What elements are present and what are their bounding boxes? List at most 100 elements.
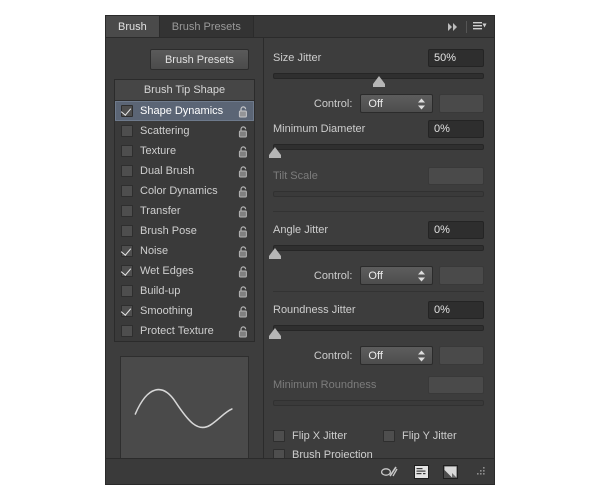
select-value: Off xyxy=(368,269,383,282)
option-label: Brush Pose xyxy=(140,225,197,237)
checkbox-noise[interactable] xyxy=(121,245,133,257)
new-brush-preset-from-settings-icon[interactable] xyxy=(414,464,429,479)
minimum-diameter-slider[interactable] xyxy=(269,143,484,158)
option-row-build-up[interactable]: Build-up xyxy=(115,281,254,301)
checkbox-shape-dynamics[interactable] xyxy=(121,105,133,117)
checkbox-scattering[interactable] xyxy=(121,125,133,137)
checkbox-wet-edges[interactable] xyxy=(121,265,133,277)
tab-brush-presets-label: Brush Presets xyxy=(171,20,241,33)
unlocked-padlock-icon[interactable] xyxy=(238,205,249,218)
tab-bar-filler xyxy=(253,16,440,37)
size-jitter-slider[interactable] xyxy=(273,72,484,87)
minimum-diameter-value[interactable]: 0% xyxy=(428,120,484,138)
option-row-shape-dynamics[interactable]: Shape Dynamics xyxy=(115,101,254,121)
toggle-live-tip-brush-preview-icon[interactable] xyxy=(380,465,400,479)
create-new-brush-icon[interactable] xyxy=(443,464,458,479)
angle-jitter-value[interactable]: 0% xyxy=(428,221,484,239)
checkbox-transfer[interactable] xyxy=(121,205,133,217)
slider-knob[interactable] xyxy=(372,76,385,87)
checkbox-dual-brush[interactable] xyxy=(121,165,133,177)
roundness-jitter-value[interactable]: 0% xyxy=(428,301,484,319)
option-row-wet-edges[interactable]: Wet Edges xyxy=(115,261,254,281)
checkbox-flip-x-jitter[interactable]: Flip X Jitter xyxy=(273,430,383,442)
unlocked-padlock-icon[interactable] xyxy=(238,125,249,138)
angle-jitter-control-select[interactable]: Off xyxy=(360,266,434,285)
tab-brush-presets[interactable]: Brush Presets xyxy=(159,16,254,37)
unlocked-padlock-icon[interactable] xyxy=(238,325,249,338)
unlocked-padlock-icon[interactable] xyxy=(238,105,249,118)
checkbox-label: Flip Y Jitter xyxy=(402,430,457,442)
size-jitter-control-label: Control: xyxy=(313,97,353,110)
resize-grip-icon[interactable] xyxy=(474,466,486,478)
angle-jitter-label: Angle Jitter xyxy=(273,224,329,236)
unlocked-padlock-icon[interactable] xyxy=(238,225,249,238)
size-jitter-control-select[interactable]: Off xyxy=(360,94,434,113)
option-row-smoothing[interactable]: Smoothing xyxy=(115,301,254,321)
slider-knob[interactable] xyxy=(269,248,282,259)
double-chevron-right-icon[interactable] xyxy=(447,22,460,32)
checkbox-build-up[interactable] xyxy=(121,285,133,297)
unlocked-padlock-icon[interactable] xyxy=(238,165,249,178)
roundness-jitter-control-row: Control: Off xyxy=(273,346,484,365)
option-row-dual-brush[interactable]: Dual Brush xyxy=(115,161,254,181)
unlocked-padlock-icon[interactable] xyxy=(238,245,249,258)
brush-presets-button-label: Brush Presets xyxy=(164,53,235,66)
roundness-jitter-slider[interactable] xyxy=(269,324,484,339)
option-label: Dual Brush xyxy=(140,165,195,177)
select-value: Off xyxy=(368,97,383,110)
option-row-scattering[interactable]: Scattering xyxy=(115,121,254,141)
checkbox-protect-texture[interactable] xyxy=(121,325,133,337)
brush-projection-line: Brush Projection xyxy=(273,449,484,458)
checkbox-box[interactable] xyxy=(383,430,395,442)
roundness-jitter-control-label: Control: xyxy=(313,349,353,362)
slider-knob[interactable] xyxy=(269,328,282,339)
option-label: Texture xyxy=(140,145,177,157)
angle-jitter-control-sidebox[interactable] xyxy=(439,266,484,285)
checkbox-texture[interactable] xyxy=(121,145,133,157)
checkbox-box[interactable] xyxy=(273,430,285,442)
unlocked-padlock-icon[interactable] xyxy=(238,285,249,298)
brush-presets-button[interactable]: Brush Presets xyxy=(150,49,249,70)
minimum-diameter-row: Minimum Diameter 0% xyxy=(273,119,484,139)
checkbox-box[interactable] xyxy=(273,449,285,458)
angle-jitter-control-label: Control: xyxy=(313,269,353,282)
panel-controls xyxy=(440,16,494,37)
checkbox-brush-projection[interactable]: Brush Projection xyxy=(273,449,373,458)
checkbox-color-dynamics[interactable] xyxy=(121,185,133,197)
select-value: Off xyxy=(368,349,383,362)
option-label: Build-up xyxy=(140,285,181,297)
roundness-jitter-control-sidebox[interactable] xyxy=(439,346,484,365)
panel-menu-icon[interactable] xyxy=(473,21,487,32)
brush-tip-shape-header[interactable]: Brush Tip Shape xyxy=(115,80,254,101)
checkbox-smoothing[interactable] xyxy=(121,305,133,317)
angle-jitter-row: Angle Jitter 0% xyxy=(273,220,484,240)
option-row-color-dynamics[interactable]: Color Dynamics xyxy=(115,181,254,201)
section-size-jitter: Size Jitter 50% Control: Off xyxy=(273,48,484,119)
size-jitter-control-sidebox[interactable] xyxy=(439,94,484,113)
roundness-jitter-control-select[interactable]: Off xyxy=(360,346,434,365)
option-row-protect-texture[interactable]: Protect Texture xyxy=(115,321,254,341)
option-row-transfer[interactable]: Transfer xyxy=(115,201,254,221)
option-row-noise[interactable]: Noise xyxy=(115,241,254,261)
stepper-arrows-icon xyxy=(417,97,426,110)
unlocked-padlock-icon[interactable] xyxy=(238,185,249,198)
option-row-texture[interactable]: Texture xyxy=(115,141,254,161)
unlocked-padlock-icon[interactable] xyxy=(238,265,249,278)
size-jitter-label: Size Jitter xyxy=(273,52,322,64)
unlocked-padlock-icon[interactable] xyxy=(238,305,249,318)
brush-tip-shape-label: Brush Tip Shape xyxy=(143,84,226,96)
angle-jitter-slider[interactable] xyxy=(269,244,484,259)
slider-knob[interactable] xyxy=(269,147,282,158)
slider-track xyxy=(273,144,484,150)
size-jitter-value[interactable]: 50% xyxy=(428,49,484,67)
option-row-brush-pose[interactable]: Brush Pose xyxy=(115,221,254,241)
section-roundness-jitter: Roundness Jitter 0% Control: Off xyxy=(269,291,484,371)
flip-options-group: Flip X Jitter Flip Y Jitter Brush Projec… xyxy=(273,430,484,458)
tab-brush[interactable]: Brush xyxy=(106,16,160,37)
minimum-roundness-label: Minimum Roundness xyxy=(273,379,377,391)
minimum-roundness-slider xyxy=(273,399,484,414)
checkbox-flip-y-jitter[interactable]: Flip Y Jitter xyxy=(383,430,457,442)
unlocked-padlock-icon[interactable] xyxy=(238,145,249,158)
checkbox-brush-pose[interactable] xyxy=(121,225,133,237)
minimum-roundness-value xyxy=(428,376,484,394)
